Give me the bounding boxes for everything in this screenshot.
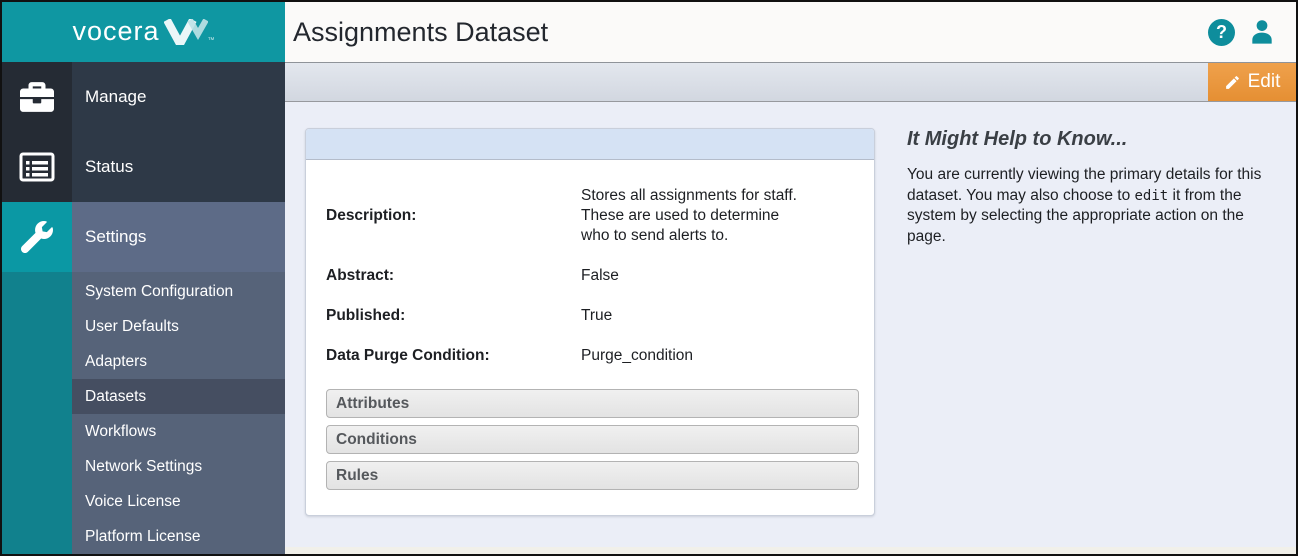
bottom-scroll-strip [285, 547, 1296, 554]
sidebar-item-platform-license[interactable]: Platform License [72, 519, 285, 554]
sidebar: vocera ™ Manage Status Settings System C… [2, 2, 285, 554]
sidebar-item-settings[interactable]: Settings [2, 202, 285, 272]
vocera-logo-text: vocera [72, 16, 160, 46]
field-abstract: Abstract: False [326, 266, 859, 286]
app-window: vocera ™ Manage Status Settings System C… [0, 0, 1298, 556]
vocera-logo: vocera ™ [72, 14, 215, 53]
action-toolbar: Edit [285, 62, 1296, 102]
sidebar-item-label: Status [72, 132, 285, 202]
sidebar-item-network-settings[interactable]: Network Settings [72, 449, 285, 484]
subnav-list: System Configuration User Defaults Adapt… [72, 272, 285, 554]
page-title: Assignments Dataset [293, 16, 549, 47]
field-value: Purge_condition [581, 347, 694, 364]
accordion-sections: Attributes Conditions Rules [326, 389, 859, 490]
sidebar-item-datasets[interactable]: Datasets [72, 379, 285, 414]
edit-button[interactable]: Edit [1208, 63, 1296, 101]
sidebar-item-label: Manage [72, 62, 285, 132]
settings-subnav: System Configuration User Defaults Adapt… [2, 272, 285, 554]
sidebar-item-adapters[interactable]: Adapters [72, 344, 285, 379]
edit-button-label: Edit [1247, 71, 1281, 92]
logo-bar[interactable]: vocera ™ [2, 2, 285, 62]
accordion-conditions[interactable]: Conditions [326, 425, 859, 454]
dataset-details-card: Description: Stores all assignments for … [305, 128, 875, 516]
card-body: Description: Stores all assignments for … [306, 160, 874, 515]
sidebar-item-system-configuration[interactable]: System Configuration [72, 274, 285, 309]
vocera-v-icon [162, 18, 209, 53]
field-label: Description: [326, 207, 417, 224]
content-area: Description: Stores all assignments for … [285, 102, 1296, 554]
field-value: False [581, 267, 619, 284]
accordion-rules[interactable]: Rules [326, 461, 859, 490]
field-label: Abstract: [326, 267, 395, 284]
main-area: Assignments Dataset ? Edit Description: … [285, 2, 1296, 554]
sidebar-item-voice-license[interactable]: Voice License [72, 484, 285, 519]
help-panel-heading: It Might Help to Know... [907, 128, 1128, 150]
help-icon[interactable]: ? [1208, 18, 1235, 46]
pencil-icon [1224, 74, 1241, 91]
sidebar-item-manage[interactable]: Manage [2, 62, 285, 132]
subnav-accent-column [2, 272, 72, 554]
field-value: Stores all assignments for staff. These … [581, 187, 797, 244]
field-label: Published: [326, 307, 406, 324]
help-code-word: edit [1134, 187, 1169, 204]
title-bar: Assignments Dataset ? [285, 2, 1296, 62]
field-data-purge-condition: Data Purge Condition: Purge_condition [326, 346, 859, 366]
accordion-attributes[interactable]: Attributes [326, 389, 859, 418]
wrench-icon [2, 202, 72, 272]
field-value: True [581, 307, 613, 324]
help-panel-body: You are currently viewing the primary de… [907, 165, 1275, 247]
field-description: Description: Stores all assignments for … [326, 186, 859, 246]
user-icon[interactable] [1248, 18, 1276, 46]
field-published: Published: True [326, 306, 859, 326]
sidebar-item-user-defaults[interactable]: User Defaults [72, 309, 285, 344]
trademark-symbol: ™ [207, 37, 215, 44]
sidebar-item-status[interactable]: Status [2, 132, 285, 202]
status-list-icon [2, 132, 72, 202]
sidebar-item-label: Settings [72, 202, 285, 272]
help-panel: It Might Help to Know... You are current… [907, 128, 1275, 247]
card-header [306, 129, 874, 160]
titlebar-icons: ? [1208, 18, 1276, 46]
sidebar-item-workflows[interactable]: Workflows [72, 414, 285, 449]
field-label: Data Purge Condition: [326, 347, 490, 364]
briefcase-icon [2, 62, 72, 132]
